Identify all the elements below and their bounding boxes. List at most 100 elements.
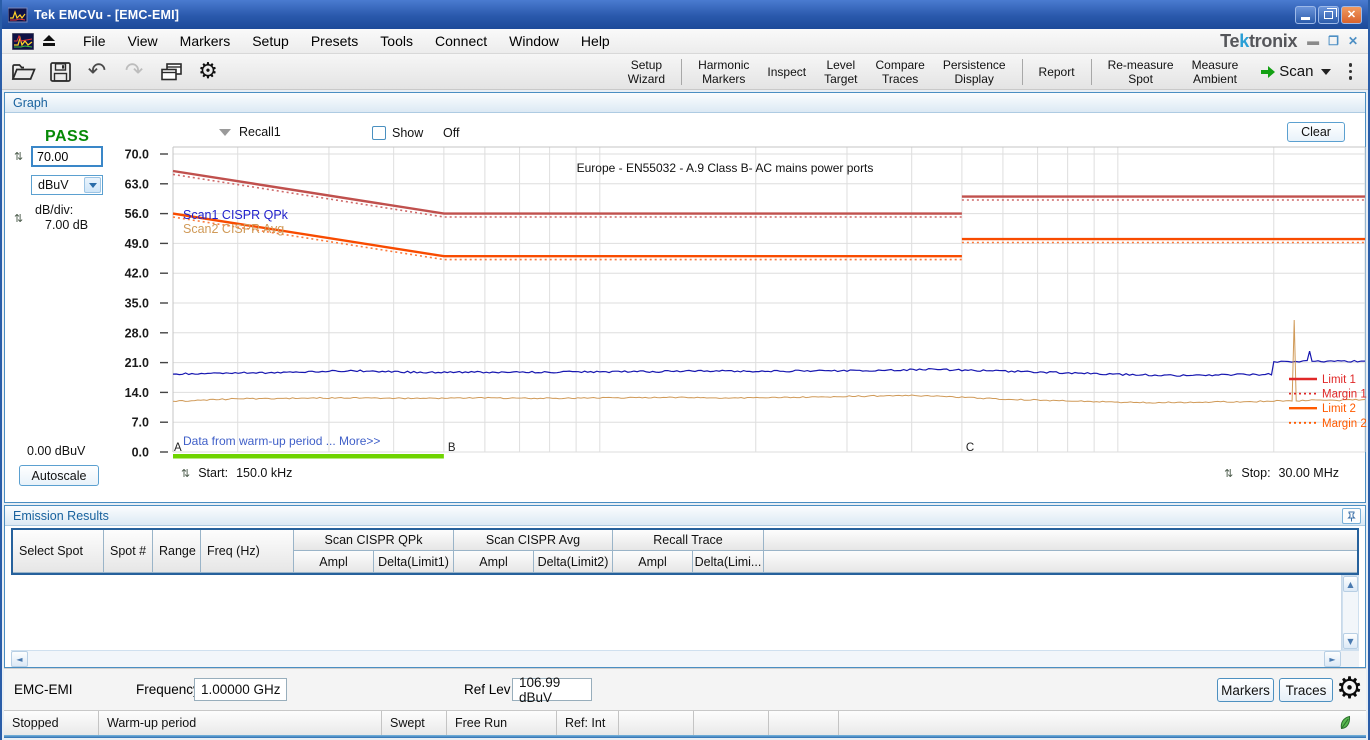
inspect-button[interactable]: Inspect	[758, 55, 815, 89]
column-header-ampl[interactable]: Ampl	[613, 551, 693, 573]
control-row: EMC-EMI Frequency 1.00000 GHz Ref Lev 10…	[4, 668, 1366, 710]
column-header-ampl[interactable]: Ampl	[294, 551, 374, 573]
restore-button[interactable]	[1318, 6, 1339, 24]
scroll-down-icon[interactable]: ▼	[1343, 633, 1358, 649]
redo-icon: ↷	[121, 59, 147, 85]
cascade-windows-icon[interactable]	[158, 59, 184, 85]
column-header-freq-hz-[interactable]: Freq (Hz)	[201, 530, 294, 573]
minimize-button[interactable]	[1295, 6, 1316, 24]
traces-button[interactable]: Traces	[1279, 678, 1333, 702]
settings-gear-icon[interactable]: ⚙	[1336, 672, 1363, 706]
app-icon	[8, 7, 28, 23]
persistence-display-button[interactable]: PersistenceDisplay	[934, 55, 1015, 89]
column-header-delta-limi-[interactable]: Delta(Limi...	[693, 551, 764, 573]
menu-file[interactable]: File	[72, 31, 117, 51]
eject-icon[interactable]	[42, 35, 56, 47]
svg-text:A: A	[174, 442, 182, 454]
undo-icon[interactable]: ↶	[84, 59, 110, 85]
db-div-value: 7.00 dB	[45, 218, 88, 232]
menu-tools[interactable]: Tools	[369, 31, 424, 51]
mdi-close-button[interactable]: ✕	[1348, 36, 1358, 46]
mdi-restore-button[interactable]: ❐	[1328, 36, 1339, 46]
results-table-body[interactable]	[11, 575, 1342, 650]
start-freq-label: Start:	[198, 466, 228, 480]
menu-setup[interactable]: Setup	[241, 31, 300, 51]
results-table-header: Select SpotSpot #RangeFreq (Hz)Scan CISP…	[11, 528, 1359, 575]
connection-leaf-icon	[1338, 715, 1352, 736]
toolbar-separator	[1091, 59, 1092, 85]
autoscale-button[interactable]: Autoscale	[19, 465, 99, 486]
scroll-left-icon[interactable]: ◄	[11, 651, 28, 667]
svg-text:Limit 2: Limit 2	[1322, 403, 1356, 415]
scroll-up-icon[interactable]: ▲	[1343, 576, 1358, 592]
scan-button[interactable]: Scan	[1261, 63, 1330, 80]
measure-ambient-button[interactable]: MeasureAmbient	[1183, 55, 1248, 89]
status-empty-cell	[694, 711, 769, 735]
mode-label: EMC-EMI	[14, 682, 73, 697]
vertical-scrollbar[interactable]: ▲ ▼	[1342, 575, 1359, 650]
show-checkbox[interactable]	[372, 126, 386, 140]
db-div-label: dB/div:	[35, 203, 73, 217]
compare-traces-button[interactable]: CompareTraces	[866, 55, 933, 89]
re-measure-spot-button[interactable]: Re-measureSpot	[1099, 55, 1183, 89]
settings-gear-icon[interactable]: ⚙	[195, 59, 221, 85]
titlebar: Tek EMCVu - [EMC-EMI] ✕	[2, 0, 1368, 29]
stop-freq-value[interactable]: 30.00 MHz	[1279, 466, 1339, 480]
column-header-spot-[interactable]: Spot #	[104, 530, 153, 573]
menu-connect[interactable]: Connect	[424, 31, 498, 51]
open-file-icon[interactable]	[10, 59, 36, 85]
ref-level-input[interactable]	[31, 146, 103, 167]
unit-select[interactable]: dBuV	[31, 175, 103, 195]
svg-text:70.0: 70.0	[125, 148, 149, 162]
column-header-delta-limit2-[interactable]: Delta(Limit2)	[534, 551, 613, 573]
setup-wizard-button[interactable]: SetupWizard	[619, 55, 674, 89]
scan-arrow-icon	[1261, 66, 1275, 78]
menu-presets[interactable]: Presets	[300, 31, 369, 51]
horizontal-scrollbar[interactable]: ◄ ►	[11, 650, 1359, 667]
scroll-right-icon[interactable]: ►	[1324, 651, 1341, 667]
overflow-menu-button[interactable]	[1341, 63, 1361, 80]
svg-text:Scan2 CISPR Avg: Scan2 CISPR Avg	[183, 222, 284, 236]
menu-markers[interactable]: Markers	[169, 31, 242, 51]
column-header-select-spot[interactable]: Select Spot	[13, 530, 104, 573]
menu-view[interactable]: View	[117, 31, 169, 51]
spectrum-app-icon[interactable]	[12, 33, 34, 50]
markers-button[interactable]: Markers	[1217, 678, 1274, 702]
harmonic-markers-button[interactable]: HarmonicMarkers	[689, 55, 758, 89]
toolbar-separator	[1022, 59, 1023, 85]
scan-button-label: Scan	[1279, 63, 1313, 80]
toolbar-separator	[681, 59, 682, 85]
ref-level-spinner-icon[interactable]: ⇅	[14, 150, 23, 163]
unit-select-dropdown[interactable]	[84, 177, 101, 193]
clear-button[interactable]: Clear	[1287, 122, 1345, 142]
level-target-button[interactable]: LevelTarget	[815, 55, 866, 89]
svg-text:Europe - EN55032 - A.9 Class B: Europe - EN55032 - A.9 Class B- AC mains…	[577, 161, 874, 175]
stop-freq-spinner-icon[interactable]: ⇅	[1224, 467, 1233, 480]
svg-text:56.0: 56.0	[125, 207, 149, 221]
column-group-scan-cispr-qpk[interactable]: Scan CISPR QPk	[294, 530, 454, 551]
pin-icon[interactable]	[1342, 508, 1361, 524]
scrollbar-track[interactable]	[28, 651, 1324, 667]
ref-lev-input[interactable]: 106.99 dBuV	[512, 678, 592, 701]
start-freq-value[interactable]: 150.0 kHz	[236, 466, 292, 480]
menu-help[interactable]: Help	[570, 31, 621, 51]
start-freq-spinner-icon[interactable]: ⇅	[181, 467, 190, 480]
svg-text:Data from warm-up period ... M: Data from warm-up period ... More>>	[183, 434, 380, 448]
emission-results-panel: Emission Results Select SpotSpot #RangeF…	[4, 505, 1366, 668]
mdi-minimize-button[interactable]: ▬	[1307, 36, 1319, 46]
report-button[interactable]: Report	[1030, 55, 1084, 89]
save-icon[interactable]	[47, 59, 73, 85]
db-div-spinner-icon[interactable]: ⇅	[14, 212, 23, 225]
menu-window[interactable]: Window	[498, 31, 570, 51]
column-group-recall-trace[interactable]: Recall Trace	[613, 530, 764, 551]
recall-trace-selector[interactable]: Recall1	[219, 125, 281, 139]
column-header-range[interactable]: Range	[153, 530, 201, 573]
emission-chart: 70.063.056.049.042.035.028.021.014.07.00…	[105, 141, 1370, 473]
svg-text:Margin 2: Margin 2	[1322, 418, 1367, 430]
svg-text:49.0: 49.0	[125, 237, 149, 251]
column-group-scan-cispr-avg[interactable]: Scan CISPR Avg	[454, 530, 613, 551]
column-header-ampl[interactable]: Ampl	[454, 551, 534, 573]
close-button[interactable]: ✕	[1341, 6, 1362, 24]
column-header-delta-limit1-[interactable]: Delta(Limit1)	[374, 551, 454, 573]
frequency-input[interactable]: 1.00000 GHz	[194, 678, 287, 701]
